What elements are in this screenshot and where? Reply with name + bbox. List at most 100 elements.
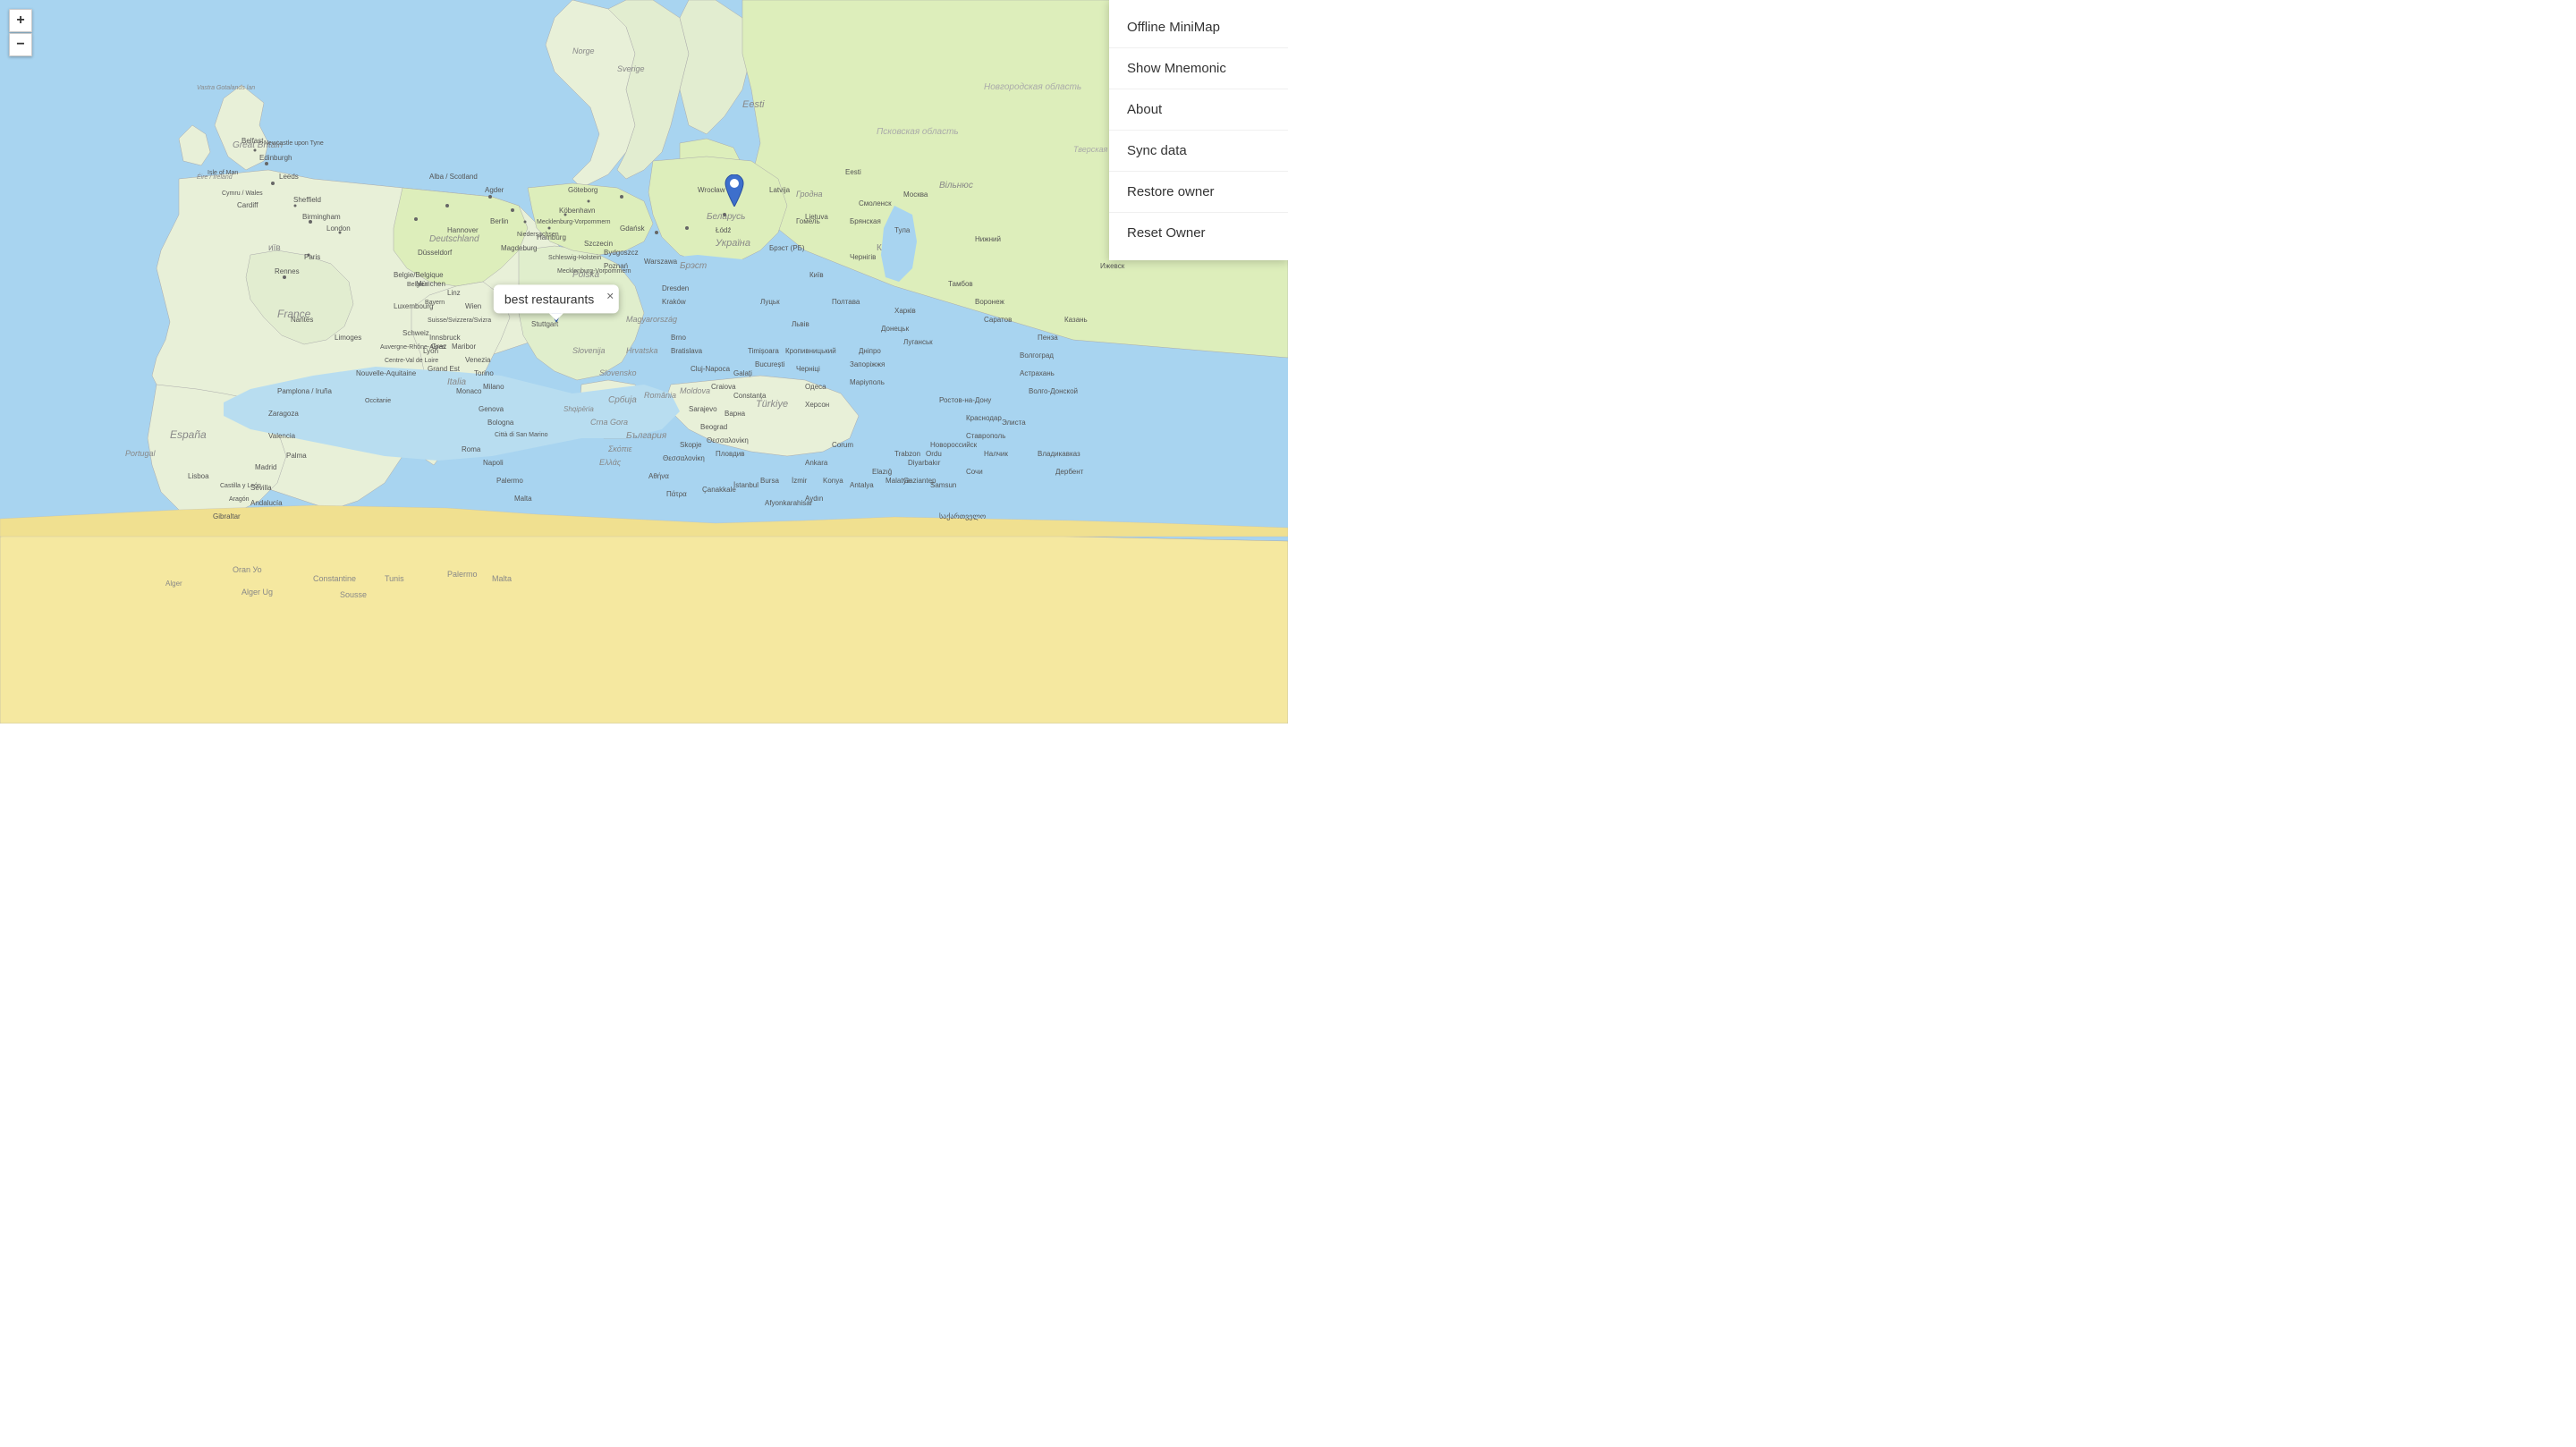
- svg-text:Italia: Italia: [447, 377, 467, 387]
- svg-text:Bursa: Bursa: [760, 477, 779, 485]
- svg-text:Genova: Genova: [479, 405, 504, 413]
- svg-text:Cluj-Napoca: Cluj-Napoca: [691, 365, 731, 373]
- svg-text:Hrvatska: Hrvatska: [626, 346, 658, 355]
- svg-text:Moldova: Moldova: [680, 386, 710, 395]
- svg-text:Tunis: Tunis: [385, 574, 404, 583]
- svg-text:London: London: [326, 224, 351, 233]
- popup-text: best restaurants: [504, 292, 594, 306]
- svg-text:Oran Уо: Oran Уо: [233, 565, 262, 574]
- svg-text:Θεσσαλονίκη: Θεσσαλονίκη: [663, 454, 705, 462]
- svg-text:Москва: Москва: [903, 190, 928, 199]
- svg-text:Torino: Torino: [474, 369, 494, 377]
- svg-text:România: România: [644, 391, 676, 400]
- svg-text:Eesti: Eesti: [742, 99, 765, 110]
- svg-text:Paris: Paris: [304, 253, 320, 261]
- svg-text:Воронеж: Воронеж: [975, 298, 1004, 306]
- menu-item-restore-owner[interactable]: Restore owner: [1109, 172, 1288, 213]
- menu-item-show-mnemonic[interactable]: Show Mnemonic: [1109, 48, 1288, 89]
- svg-text:Napoli: Napoli: [483, 459, 504, 467]
- svg-text:Leeds: Leeds: [279, 173, 299, 181]
- svg-text:Псковская область: Псковская область: [877, 126, 959, 137]
- svg-text:Одеса: Одеса: [805, 383, 826, 391]
- svg-text:Lisboa: Lisboa: [188, 472, 209, 480]
- svg-text:Ижевск: Ижевск: [1100, 262, 1125, 270]
- svg-text:Suisse/Svizzera/Svizra: Suisse/Svizzera/Svizra: [428, 317, 491, 324]
- svg-text:Alger: Alger: [165, 580, 182, 588]
- svg-text:Αθήνα: Αθήνα: [648, 472, 669, 480]
- svg-text:Wien: Wien: [465, 302, 481, 310]
- svg-text:Szczecin: Szczecin: [584, 240, 613, 248]
- svg-text:Türkiye: Türkiye: [756, 399, 788, 410]
- svg-text:Нижний: Нижний: [975, 235, 1001, 243]
- svg-text:Antalya: Antalya: [850, 481, 874, 489]
- map-pin-poland[interactable]: [722, 174, 747, 207]
- svg-text:Θεσσαλονίκη: Θεσσαλονίκη: [707, 436, 749, 444]
- svg-text:Città di San Marino: Città di San Marino: [495, 432, 548, 438]
- svg-text:Shqipëria: Shqipëria: [564, 405, 594, 413]
- svg-text:Волгоград: Волгоград: [1020, 351, 1054, 360]
- svg-text:Monaco: Monaco: [456, 387, 482, 395]
- svg-text:Edinburgh: Edinburgh: [259, 154, 292, 162]
- svg-text:Тула: Тула: [894, 226, 911, 234]
- svg-text:Налчик: Налчик: [984, 450, 1008, 458]
- svg-text:Çanakkale: Çanakkale: [702, 486, 736, 494]
- svg-text:Beograd: Beograd: [700, 423, 727, 431]
- svg-text:Черніці: Черніці: [796, 365, 820, 373]
- svg-text:Элиста: Элиста: [1002, 419, 1026, 427]
- svg-text:Брэст: Брэст: [680, 261, 707, 271]
- menu-item-about[interactable]: About: [1109, 89, 1288, 131]
- svg-text:Пенза: Пенза: [1038, 334, 1058, 342]
- svg-text:Malta: Malta: [514, 495, 532, 503]
- svg-text:Донецьк: Донецьк: [881, 325, 910, 333]
- svg-text:Corum: Corum: [832, 441, 853, 449]
- map-container[interactable]: Great Britain Éire / Ireland Norge Sveri…: [0, 0, 1288, 724]
- svg-text:Palermo: Palermo: [496, 477, 523, 485]
- svg-text:Brno: Brno: [671, 334, 686, 342]
- svg-text:Bydgoszcz: Bydgoszcz: [604, 249, 639, 257]
- svg-text:España: España: [170, 428, 207, 441]
- svg-text:Чернігів: Чернігів: [850, 253, 876, 261]
- zoom-out-button[interactable]: −: [9, 33, 32, 56]
- svg-text:Gibraltar: Gibraltar: [213, 512, 241, 520]
- svg-text:Херсон: Херсон: [805, 401, 829, 409]
- svg-text:Constantine: Constantine: [313, 574, 356, 583]
- svg-text:Луганськ: Луганськ: [903, 338, 933, 346]
- svg-text:Alba / Scotland: Alba / Scotland: [429, 173, 478, 181]
- svg-text:Gdańsk: Gdańsk: [620, 224, 646, 233]
- svg-text:Србија: Србија: [608, 394, 637, 405]
- svg-text:Харків: Харків: [894, 307, 916, 315]
- svg-text:Agder: Agder: [485, 186, 504, 194]
- menu-item-reset-owner[interactable]: Reset Owner: [1109, 213, 1288, 253]
- svg-text:Πάτρα: Πάτρα: [666, 490, 687, 498]
- svg-text:Запоріжжя: Запоріжжя: [850, 360, 885, 368]
- menu-item-sync-data[interactable]: Sync data: [1109, 131, 1288, 172]
- svg-text:Bologna: Bologna: [487, 419, 514, 427]
- svg-text:Madrid: Madrid: [255, 463, 276, 471]
- zoom-in-button[interactable]: +: [9, 9, 32, 32]
- svg-text:Cymru / Wales: Cymru / Wales: [222, 190, 263, 197]
- svg-text:Palermo: Palermo: [447, 570, 478, 579]
- svg-text:Vastra Gotalands lan: Vastra Gotalands lan: [197, 85, 255, 91]
- svg-text:Deutschland: Deutschland: [429, 234, 479, 244]
- svg-text:Schleswig-Holstein: Schleswig-Holstein: [548, 255, 601, 261]
- dropdown-menu: Offline MiniMap Show Mnemonic About Sync…: [1109, 0, 1288, 260]
- svg-text:Grand Est: Grand Est: [428, 365, 461, 373]
- svg-text:Magyarország: Magyarország: [626, 315, 677, 324]
- svg-text:Magdeburg: Magdeburg: [501, 244, 537, 252]
- menu-item-offline-minimap[interactable]: Offline MiniMap: [1109, 7, 1288, 48]
- svg-text:Slovenija: Slovenija: [572, 346, 606, 355]
- svg-text:Alger Ug: Alger Ug: [242, 588, 273, 597]
- svg-text:Portugal: Portugal: [125, 449, 157, 458]
- svg-text:Aragón: Aragón: [229, 496, 250, 503]
- svg-text:Волго-Донской: Волго-Донской: [1029, 387, 1078, 395]
- svg-text:Limoges: Limoges: [335, 334, 361, 342]
- svg-text:Łódź: Łódź: [716, 226, 731, 234]
- svg-text:Constanța: Constanța: [733, 392, 767, 400]
- svg-text:Sheffield: Sheffield: [293, 196, 321, 204]
- svg-text:Crna Gora: Crna Gora: [590, 418, 628, 427]
- popup-close-button[interactable]: ×: [606, 288, 614, 302]
- svg-text:Centre-Val de Loire: Centre-Val de Loire: [385, 358, 438, 364]
- svg-text:Newcastle upon Tyne: Newcastle upon Tyne: [264, 140, 324, 147]
- svg-text:Україна: Україна: [715, 238, 750, 249]
- svg-text:Sarajevo: Sarajevo: [689, 405, 717, 413]
